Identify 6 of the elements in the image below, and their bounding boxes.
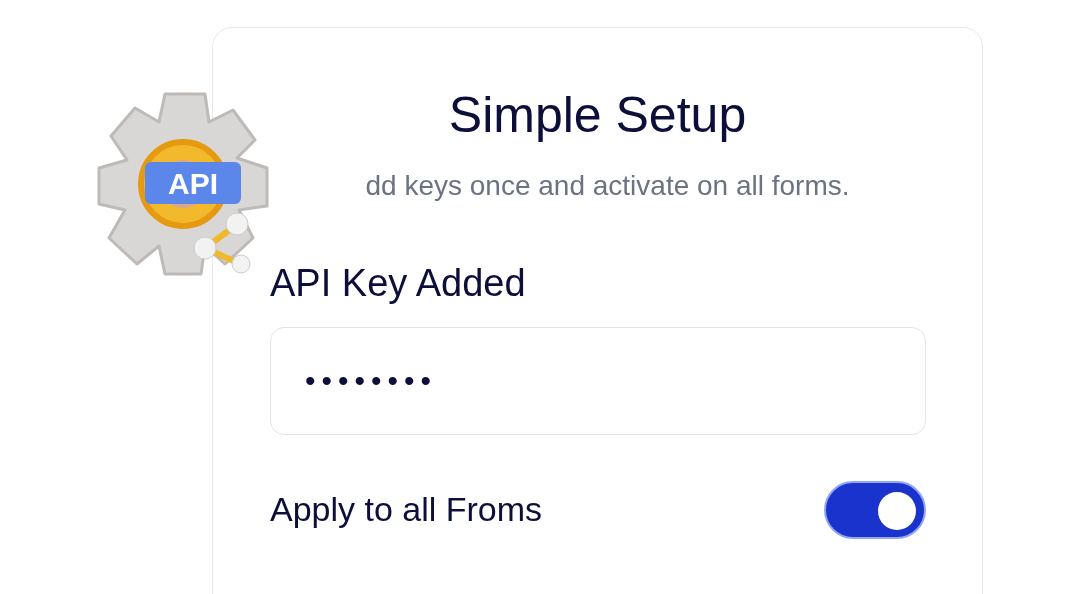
api-key-field[interactable]: •••••••• bbox=[270, 326, 926, 435]
toggle-switch[interactable] bbox=[824, 480, 926, 539]
card-title: Simple Setup bbox=[447, 88, 748, 143]
field-label: API Key Added bbox=[270, 261, 526, 306]
card-subtitle: dd keys once and activate on all forms. bbox=[364, 169, 851, 203]
toggle-label: Apply to all Froms bbox=[270, 489, 543, 531]
